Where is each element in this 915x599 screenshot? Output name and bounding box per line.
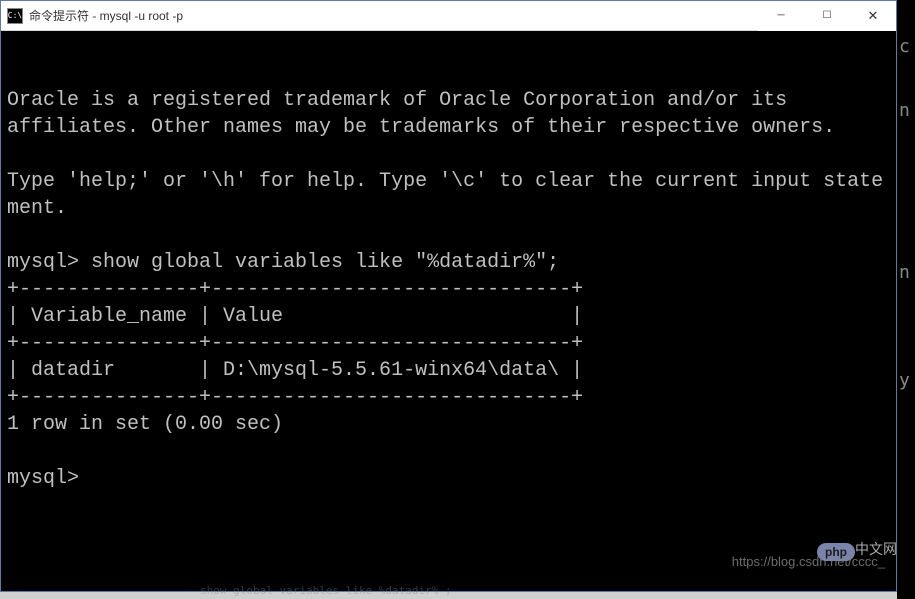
watermark-url: https://blog.csdn.net/cccc_ (732, 554, 885, 569)
titlebar[interactable]: C:\ 命令提示符 - mysql -u root -p ─ ☐ ✕ (1, 1, 896, 31)
window-controls: ─ ☐ ✕ (758, 1, 896, 31)
background-terminal-edge: c n n y (897, 0, 915, 599)
close-button[interactable]: ✕ (850, 1, 896, 31)
maximize-button[interactable]: ☐ (804, 1, 850, 31)
minimize-button[interactable]: ─ (758, 1, 804, 31)
window-title: 命令提示符 - mysql -u root -p (29, 7, 758, 24)
command-prompt-window: C:\ 命令提示符 - mysql -u root -p ─ ☐ ✕ Oracl… (0, 0, 897, 592)
app-icon: C:\ (7, 8, 23, 24)
ghost-terminal-text: show global variables like %datadir% ; (200, 584, 452, 597)
terminal-area[interactable]: Oracle is a registered trademark of Orac… (1, 31, 896, 591)
terminal-output: Oracle is a registered trademark of Orac… (7, 87, 890, 492)
